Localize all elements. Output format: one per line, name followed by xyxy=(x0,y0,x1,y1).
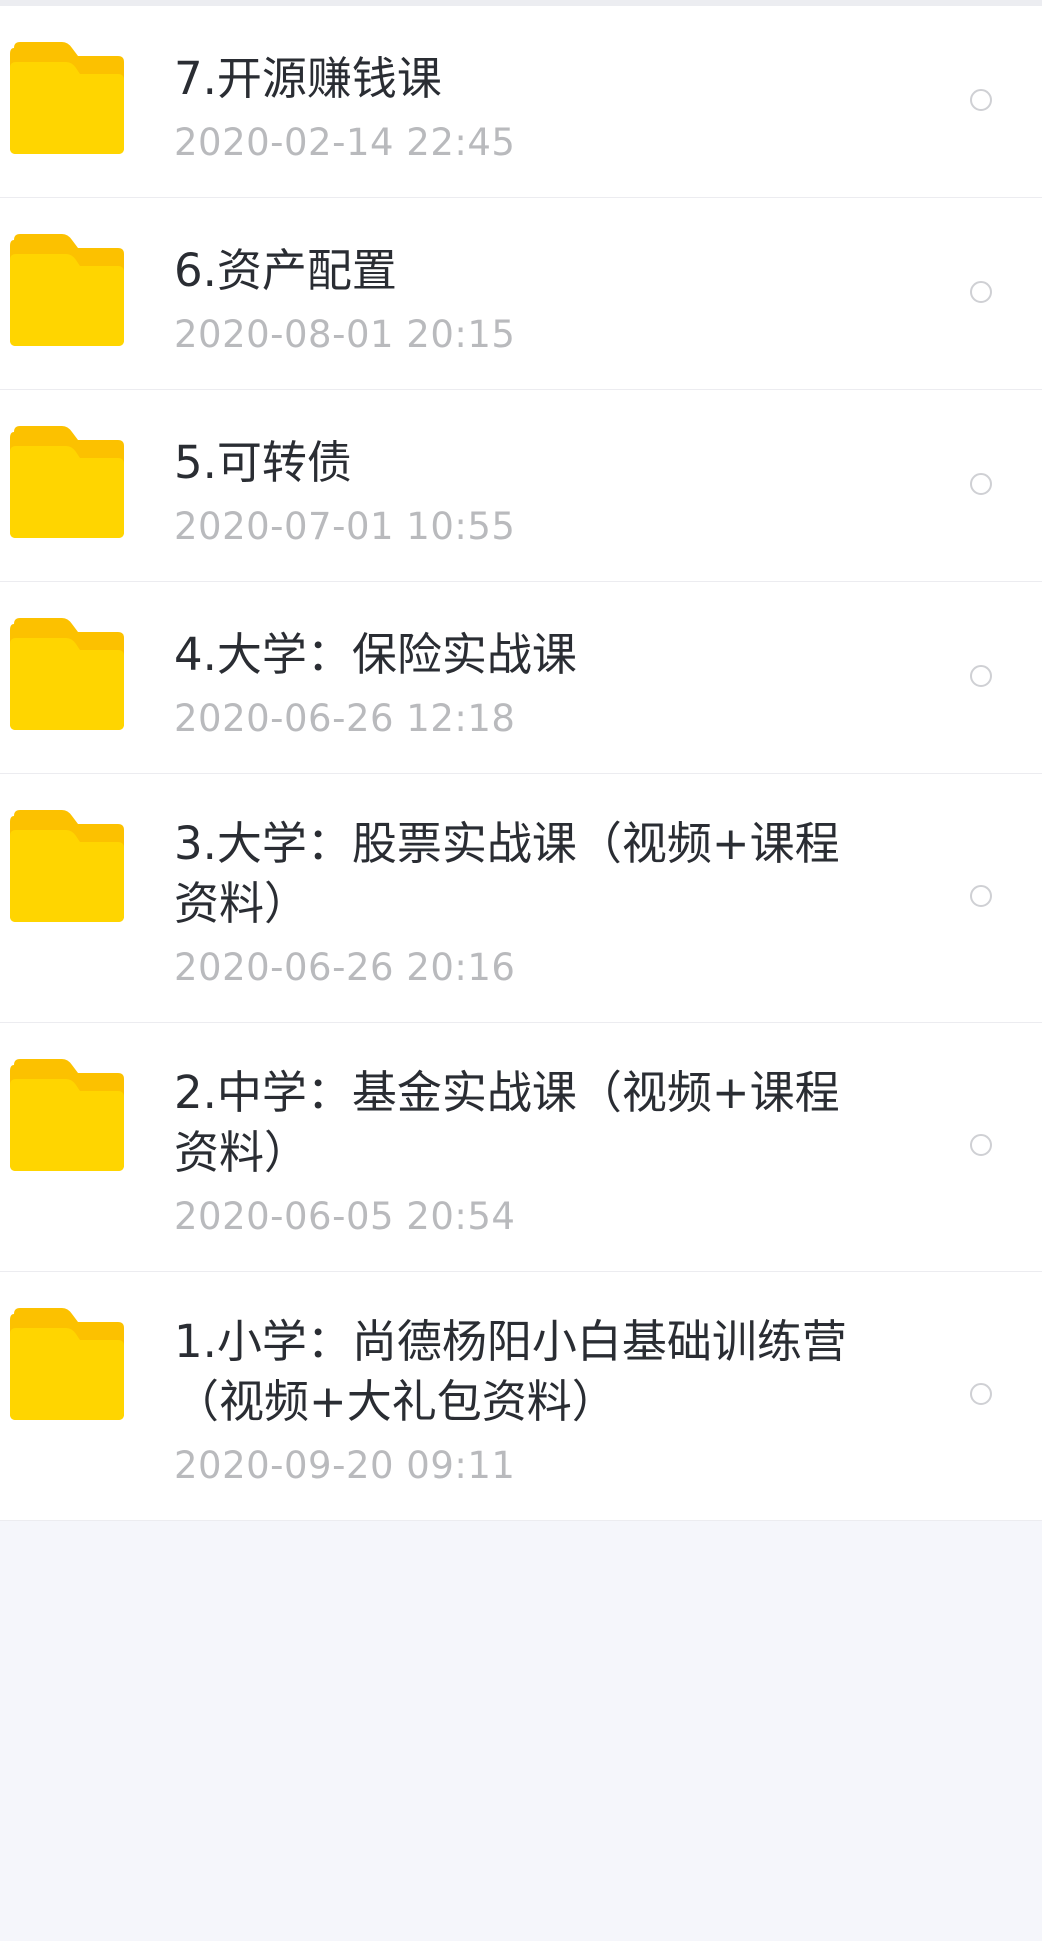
file-name: 1.小学：尚德杨阳小白基础训练营 （视频+大礼包资料） xyxy=(174,1315,847,1428)
folder-icon xyxy=(10,618,124,730)
file-date: 2020-06-26 12:18 xyxy=(174,697,516,740)
file-date: 2020-06-26 20:16 xyxy=(174,946,516,989)
select-radio[interactable] xyxy=(970,1383,992,1405)
file-row[interactable]: 7.开源赚钱课 2020-02-14 22:45 xyxy=(0,6,1042,198)
file-row[interactable]: 3.大学：股票实战课（视频+课程 资料） 2020-06-26 20:16 xyxy=(0,774,1042,1023)
file-name: 4.大学：保险实战课 xyxy=(174,628,577,681)
row-text: 2.中学：基金实战课（视频+课程 资料） 2020-06-05 20:54 xyxy=(174,1063,894,1239)
folder-icon xyxy=(10,1059,124,1171)
folder-icon xyxy=(10,42,124,154)
row-text: 4.大学：保险实战课 2020-06-26 12:18 xyxy=(174,625,894,741)
file-row[interactable]: 5.可转债 2020-07-01 10:55 xyxy=(0,390,1042,582)
file-name: 5.可转债 xyxy=(174,436,352,489)
row-text: 5.可转债 2020-07-01 10:55 xyxy=(174,433,894,549)
file-date: 2020-07-01 10:55 xyxy=(174,505,516,548)
file-name: 2.中学：基金实战课（视频+课程 资料） xyxy=(174,1066,840,1179)
select-radio[interactable] xyxy=(970,1134,992,1156)
file-date: 2020-09-20 09:11 xyxy=(174,1444,516,1487)
file-date: 2020-06-05 20:54 xyxy=(174,1195,516,1238)
row-text: 6.资产配置 2020-08-01 20:15 xyxy=(174,241,894,357)
folder-icon xyxy=(10,426,124,538)
file-date: 2020-02-14 22:45 xyxy=(174,121,516,164)
select-radio[interactable] xyxy=(970,885,992,907)
file-name: 7.开源赚钱课 xyxy=(174,52,442,105)
file-row[interactable]: 2.中学：基金实战课（视频+课程 资料） 2020-06-05 20:54 xyxy=(0,1023,1042,1272)
file-row[interactable]: 6.资产配置 2020-08-01 20:15 xyxy=(0,198,1042,390)
row-text: 7.开源赚钱课 2020-02-14 22:45 xyxy=(174,49,894,165)
folder-icon xyxy=(10,1308,124,1420)
file-list: 7.开源赚钱课 2020-02-14 22:45 6.资产配置 2020-08-… xyxy=(0,6,1042,1521)
file-date: 2020-08-01 20:15 xyxy=(174,313,516,356)
row-text: 3.大学：股票实战课（视频+课程 资料） 2020-06-26 20:16 xyxy=(174,814,894,990)
select-radio[interactable] xyxy=(970,89,992,111)
file-name: 6.资产配置 xyxy=(174,244,397,297)
file-row[interactable]: 1.小学：尚德杨阳小白基础训练营 （视频+大礼包资料） 2020-09-20 0… xyxy=(0,1272,1042,1521)
row-text: 1.小学：尚德杨阳小白基础训练营 （视频+大礼包资料） 2020-09-20 0… xyxy=(174,1312,894,1488)
select-radio[interactable] xyxy=(970,281,992,303)
file-name: 3.大学：股票实战课（视频+课程 资料） xyxy=(174,817,840,930)
select-radio[interactable] xyxy=(970,665,992,687)
folder-icon xyxy=(10,810,124,922)
file-row[interactable]: 4.大学：保险实战课 2020-06-26 12:18 xyxy=(0,582,1042,774)
folder-icon xyxy=(10,234,124,346)
select-radio[interactable] xyxy=(970,473,992,495)
